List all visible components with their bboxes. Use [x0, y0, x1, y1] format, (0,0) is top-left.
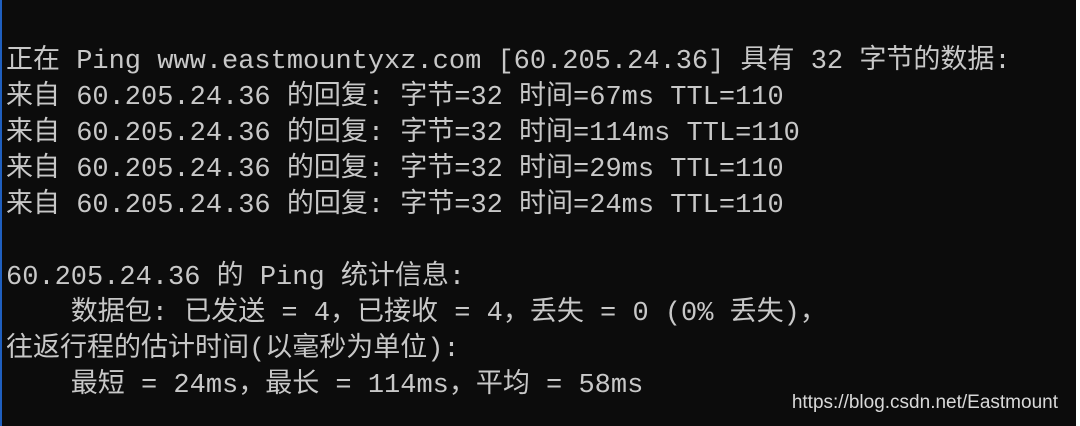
reply-line-1: 来自 60.205.24.36 的回复: 字节=32 时间=67ms TTL=1… — [6, 83, 784, 113]
rtt-header-line: 往返行程的估计时间(以毫秒为单位): — [6, 335, 460, 365]
packets-stats-line: 数据包: 已发送 = 4，已接收 = 4，丢失 = 0 (0% 丢失)， — [6, 299, 827, 329]
ping-header-line: 正在 Ping www.eastmountyxz.com [60.205.24.… — [6, 47, 1011, 77]
console-window[interactable]: 正在 Ping www.eastmountyxz.com [60.205.24.… — [0, 0, 1076, 426]
reply-line-3: 来自 60.205.24.36 的回复: 字节=32 时间=29ms TTL=1… — [6, 155, 784, 185]
reply-line-4: 来自 60.205.24.36 的回复: 字节=32 时间=24ms TTL=1… — [6, 191, 784, 221]
stats-header-line: 60.205.24.36 的 Ping 统计信息: — [6, 263, 466, 293]
reply-line-2: 来自 60.205.24.36 的回复: 字节=32 时间=114ms TTL=… — [6, 119, 800, 149]
watermark-url: https://blog.csdn.net/Eastmount — [791, 392, 1058, 413]
rtt-stats-line: 最短 = 24ms，最长 = 114ms，平均 = 58ms — [6, 371, 644, 401]
